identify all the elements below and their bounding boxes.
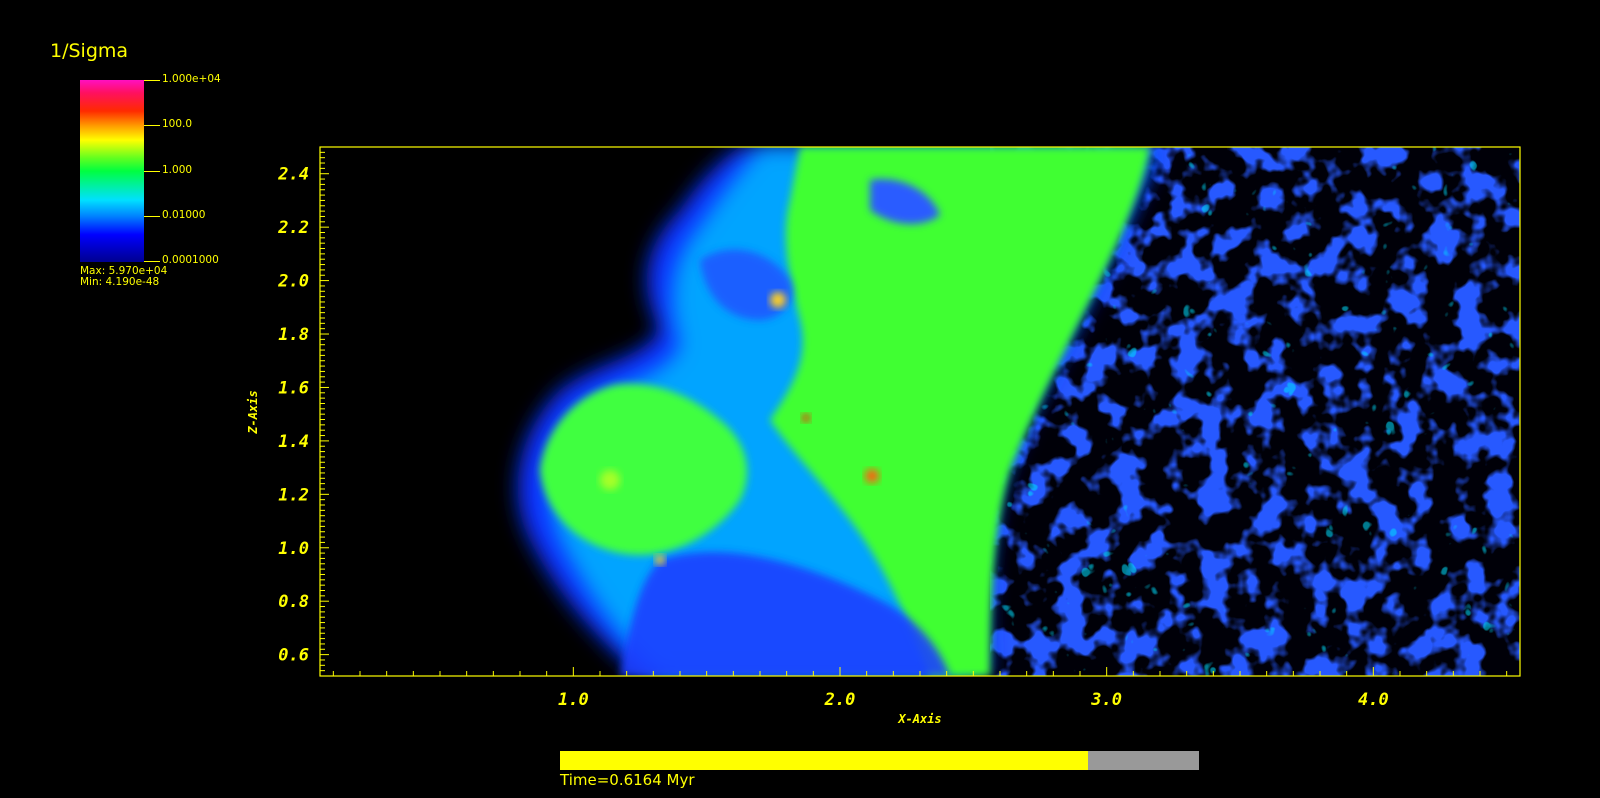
density-field-image: [320, 147, 1520, 676]
x-tick-label: 1.0: [558, 690, 589, 710]
y-tick-label: 1.6: [278, 378, 309, 398]
x-tick-label: 4.0: [1358, 690, 1389, 710]
time-progress-bar: [560, 751, 1199, 770]
y-tick-label: 0.6: [278, 646, 309, 666]
visualization-canvas: 1/Sigma 1.000e+04 100.0 1.000 0.01000 0.…: [0, 0, 1600, 798]
y-tick-label: 2.2: [277, 218, 309, 238]
y-axis-title: Z-Axis: [246, 390, 260, 434]
x-axis-title: X-Axis: [897, 712, 941, 726]
y-tick-label: 2.4: [277, 165, 309, 185]
time-progress-fill: [560, 751, 1088, 770]
plot-area: 1.0 2.0 3.0 4.0 2.4 2.2 2.0 1.8 1.6 1.4 1.2 1.0 0.8 0…: [246, 146, 1521, 726]
x-tick-label: 2.0: [824, 690, 856, 710]
y-tick-label: 1.8: [278, 325, 309, 345]
time-label: Time=0.6164 Myr: [560, 771, 695, 789]
x-tick-label: 3.0: [1090, 690, 1122, 710]
y-tick-label: 1.4: [278, 432, 309, 452]
y-tick-label: 0.8: [278, 592, 309, 612]
y-tick-label: 1.0: [278, 539, 309, 559]
y-tick-label: 1.2: [278, 485, 309, 505]
y-tick-label: 2.0: [277, 272, 309, 292]
